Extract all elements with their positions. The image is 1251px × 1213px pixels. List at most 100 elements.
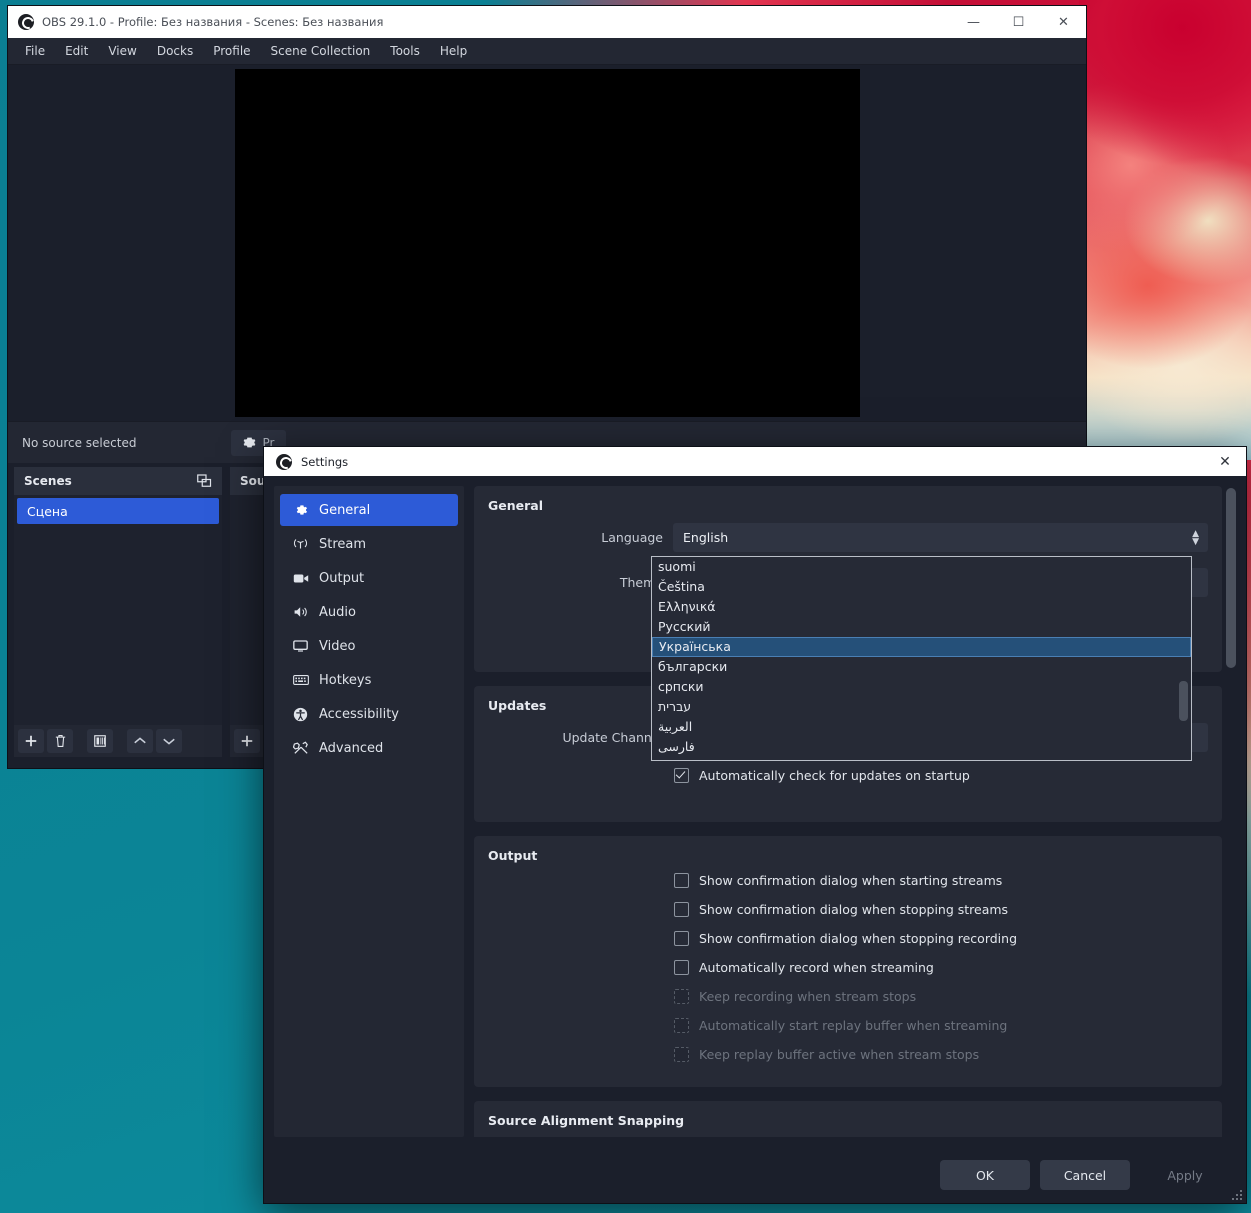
language-option-russkiy[interactable]: Русский [652,617,1191,637]
auto-check-updates-label: Automatically check for updates on start… [699,768,970,783]
language-value: English [683,530,729,545]
theme-label: Theme [619,575,663,590]
menu-item-docks[interactable]: Docks [148,40,202,62]
sidebar-item-label: Advanced [319,740,384,756]
no-source-selected-label: No source selected [22,435,137,450]
menu-item-view[interactable]: View [99,40,145,62]
scene-item[interactable]: Сцена [17,498,219,524]
keep-recording-when-stream-stops-checkbox [674,989,689,1004]
auto-check-updates-row[interactable]: Automatically check for updates on start… [674,768,1208,783]
scenes-list[interactable]: Сцена [14,495,222,725]
language-label: Language [601,530,663,545]
menu-item-tools[interactable]: Tools [381,40,429,62]
auto-start-replay-buffer-row: Automatically start replay buffer when s… [674,1018,1208,1033]
chevron-down-icon [163,738,175,745]
language-option-cestina[interactable]: Čeština [652,577,1191,597]
keep-replay-buffer-active-label: Keep replay buffer active when stream st… [699,1047,980,1062]
language-option-persian[interactable]: فارسی [652,737,1191,757]
sidebar-item-hotkeys[interactable]: Hotkeys [280,664,458,696]
move-scene-down-button[interactable] [156,729,182,753]
keep-recording-when-stream-stops-row: Keep recording when stream stops [674,989,1208,1004]
show-confirm-start-stream-checkbox[interactable] [674,873,689,888]
settings-titlebar: Settings ✕ [264,447,1246,476]
scenes-toolbar [14,725,222,757]
show-confirm-start-stream-label: Show confirmation dialog when starting s… [699,873,1003,888]
toolbar-separator [76,729,84,753]
obs-logo-icon [18,14,34,30]
language-option-srpski[interactable]: српски [652,677,1191,697]
filters-icon [94,735,106,747]
toolbar-separator-2 [116,729,124,753]
close-button[interactable]: ✕ [1041,6,1086,38]
sidebar-item-stream[interactable]: Stream [280,528,458,560]
sidebar-item-audio[interactable]: Audio [280,596,458,628]
settings-vertical-scrollbar[interactable] [1226,488,1236,1148]
keyboard-icon [292,674,309,686]
sidebar-item-label: Stream [319,536,367,552]
show-confirm-stop-stream-checkbox[interactable] [674,902,689,917]
cancel-button[interactable]: Cancel [1040,1160,1130,1190]
sidebar-item-general[interactable]: General [280,494,458,526]
scenes-dock: Scenes Сцена [14,467,222,757]
show-confirm-stop-recording-checkbox[interactable] [674,931,689,946]
update-channel-label: Update Channel [562,730,663,745]
preview-canvas[interactable] [234,69,860,417]
add-icon [241,735,253,747]
show-confirm-stop-recording-row[interactable]: Show confirmation dialog when stopping r… [674,931,1208,946]
language-option-ukrainska[interactable]: Українська [652,637,1191,657]
sidebar-item-label: General [319,502,371,518]
remove-scene-button[interactable] [47,729,73,753]
move-scene-up-button[interactable] [127,729,153,753]
sidebar-item-advanced[interactable]: Advanced [280,732,458,764]
scrollbar-thumb[interactable] [1226,488,1236,668]
menu-item-edit[interactable]: Edit [56,40,97,62]
preview-area[interactable] [8,65,1086,421]
sidebar-item-output[interactable]: Output [280,562,458,594]
language-option-ellinika[interactable]: Ελληνικά [652,597,1191,617]
language-option-arabic[interactable]: العربية [652,717,1191,737]
obs-logo-icon [276,453,292,470]
menu-item-scene-collection[interactable]: Scene Collection [262,40,380,62]
scenes-title-label: Scenes [24,474,72,488]
settings-footer: OK Cancel Apply [264,1147,1246,1203]
ok-button[interactable]: OK [940,1160,1030,1190]
language-dropdown-list[interactable]: suomi Čeština Ελληνικά Русский Українськ… [651,556,1192,761]
sidebar-item-label: Audio [319,604,356,620]
auto-record-when-streaming-row[interactable]: Automatically record when streaming [674,960,1208,975]
sidebar-item-label: Hotkeys [319,672,372,688]
add-source-button[interactable] [234,729,260,753]
scene-duplicate-icon[interactable] [197,474,212,488]
chevron-updown-icon: ▲ ▼ [1192,528,1199,547]
show-confirm-start-stream-row[interactable]: Show confirmation dialog when starting s… [674,873,1208,888]
accessibility-icon [292,707,309,722]
tools-icon [292,741,309,756]
sidebar-item-label: Video [319,638,356,654]
add-scene-button[interactable] [18,729,44,753]
sidebar-item-label: Output [319,570,365,586]
menu-item-file[interactable]: File [16,40,54,62]
sidebar-item-video[interactable]: Video [280,630,458,662]
maximize-button[interactable]: ☐ [996,6,1041,38]
auto-check-updates-checkbox[interactable] [674,768,689,783]
output-group: Output Show confirmation dialog when sta… [474,836,1222,1087]
language-combobox[interactable]: English ▲ ▼ [673,523,1208,552]
window-controls: — ☐ ✕ [951,6,1086,38]
language-option-suomi[interactable]: suomi [652,557,1191,577]
show-confirm-stop-stream-row[interactable]: Show confirmation dialog when stopping s… [674,902,1208,917]
language-dropdown-scrollbar-thumb[interactable] [1179,681,1188,721]
keep-replay-buffer-active-checkbox [674,1047,689,1062]
language-option-bulgarski[interactable]: български [652,657,1191,677]
resize-grip[interactable] [1232,1190,1242,1200]
scene-filters-button[interactable] [87,729,113,753]
apply-button: Apply [1167,1167,1203,1183]
auto-record-when-streaming-checkbox[interactable] [674,960,689,975]
menu-item-help[interactable]: Help [431,40,476,62]
menu-item-profile[interactable]: Profile [204,40,259,62]
sidebar-item-accessibility[interactable]: Accessibility [280,698,458,730]
settings-close-button[interactable]: ✕ [1204,447,1246,476]
settings-nav: General Stream Output Audio Video Hotkey… [274,486,464,1137]
language-option-hebrew[interactable]: עברית [652,697,1191,717]
settings-title: Settings [301,454,349,469]
minimize-button[interactable]: — [951,6,996,38]
general-group-title: General [488,498,543,513]
